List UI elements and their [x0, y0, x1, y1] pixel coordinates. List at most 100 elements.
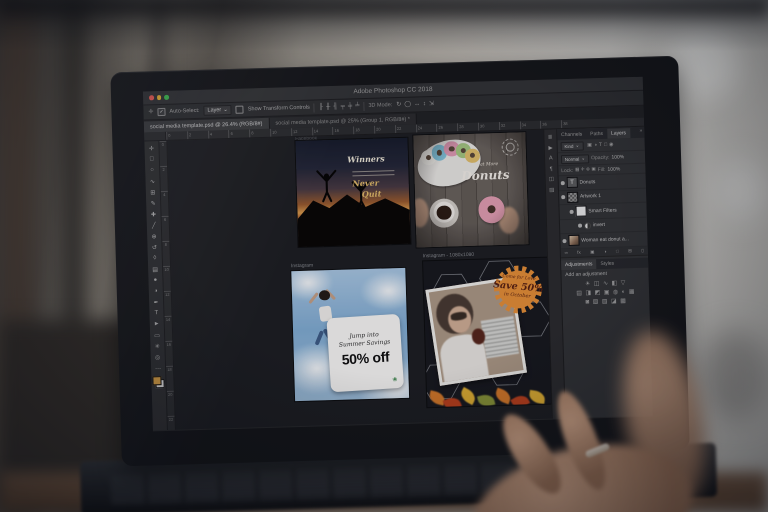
- artboard-label[interactable]: Instagram - 1080x1080: [423, 252, 475, 260]
- align-vertical-centers-icon[interactable]: ╪: [348, 103, 352, 109]
- adjustment-icon[interactable]: ▨: [602, 298, 608, 304]
- pen-tool[interactable]: ✒: [150, 297, 161, 308]
- adjustment-icon[interactable]: ∿: [603, 280, 608, 286]
- auto-select-dropdown[interactable]: Layer ⌄: [203, 104, 232, 116]
- 3d-roll-icon[interactable]: ◯: [404, 102, 411, 108]
- delete-layer-icon[interactable]: ▯: [641, 247, 644, 253]
- show-transform-checkbox[interactable]: [235, 105, 244, 114]
- artboard-never-quit[interactable]: Winners Never Quit: [295, 137, 411, 248]
- layer-visibility-toggle[interactable]: [569, 209, 574, 214]
- zoom-tool[interactable]: ◎: [152, 352, 163, 363]
- align-left-edges-icon[interactable]: ╟: [319, 104, 323, 110]
- lock-transparency-icon[interactable]: ▦: [575, 167, 579, 173]
- panel-tab[interactable]: Channels: [557, 129, 586, 140]
- new-adjustment-layer-icon[interactable]: ◑: [604, 248, 607, 254]
- properties-panel-icon[interactable]: ▶: [548, 145, 552, 152]
- foreground-color-swatch[interactable]: [152, 376, 163, 386]
- 3d-slide-icon[interactable]: ↕: [423, 101, 426, 107]
- filter-shape-layers-icon[interactable]: □: [604, 141, 607, 147]
- more-tools[interactable]: ⋯: [152, 363, 163, 374]
- filter-kind-dropdown[interactable]: Kind ⌄: [560, 141, 584, 151]
- opacity-value[interactable]: 100%: [611, 154, 624, 160]
- adjustment-icon[interactable]: ☀: [585, 281, 591, 287]
- hand-tool[interactable]: ✳: [152, 341, 163, 352]
- type-tool[interactable]: T: [151, 308, 162, 319]
- artboard-october-sale[interactable]: Come for Love Save 50% in October: [422, 257, 552, 408]
- adjustment-icon[interactable]: ▧: [593, 299, 599, 305]
- fill-value[interactable]: 100%: [607, 166, 620, 172]
- libraries-panel-icon[interactable]: ◫: [549, 176, 554, 183]
- blur-tool[interactable]: ●: [150, 275, 161, 286]
- ruler-origin[interactable]: [144, 131, 167, 141]
- 3d-scale-icon[interactable]: ⇲: [429, 101, 434, 107]
- 3d-mode-icons: ↻ ◯ ↔ ↕ ⇲: [396, 101, 434, 108]
- artboard-summer-sale[interactable]: Jump into Summer Savings 50% off ❀: [291, 267, 409, 402]
- adjustment-icon[interactable]: ◫: [594, 281, 600, 287]
- adjustment-icon[interactable]: ◨: [585, 290, 591, 296]
- artboard-label[interactable]: Instagram: [291, 263, 313, 270]
- history-brush-tool[interactable]: ↺: [149, 242, 160, 253]
- panel-tab[interactable]: Paths: [586, 129, 607, 140]
- character-panel-icon[interactable]: A: [549, 155, 553, 162]
- dodge-tool[interactable]: ◑: [150, 286, 161, 297]
- adjustment-icon[interactable]: ▤: [576, 290, 582, 296]
- collapse-panels-icon[interactable]: »: [639, 128, 642, 134]
- adjustment-icon[interactable]: ◐: [622, 289, 626, 295]
- adjustment-icon[interactable]: ◪: [611, 298, 617, 304]
- adjustment-icon[interactable]: ▦: [629, 289, 635, 295]
- align-bottom-edges-icon[interactable]: ╧: [355, 103, 359, 109]
- shape-tool[interactable]: ▭: [151, 330, 162, 341]
- adjustment-icon[interactable]: ◧: [611, 280, 617, 286]
- filter-pixel-layers-icon[interactable]: ▣: [587, 142, 592, 148]
- panel-tab[interactable]: Layers: [606, 128, 631, 139]
- new-group-icon[interactable]: □: [616, 248, 619, 254]
- layer-visibility-toggle[interactable]: [560, 180, 565, 185]
- align-right-edges-icon[interactable]: ╢: [333, 104, 337, 110]
- eyedropper-tool[interactable]: ✎: [148, 198, 159, 209]
- crop-tool[interactable]: ⊞: [147, 187, 158, 198]
- adjustment-icon[interactable]: ◙: [585, 299, 589, 305]
- 3d-drag-icon[interactable]: ↔: [414, 101, 420, 107]
- history-panel-icon[interactable]: ≣: [548, 134, 553, 141]
- layer-visibility-toggle[interactable]: [577, 223, 582, 228]
- adjustment-icon[interactable]: ▽: [621, 280, 626, 286]
- info-panel-icon[interactable]: ▤: [549, 187, 554, 194]
- eraser-tool[interactable]: ◊: [149, 253, 160, 264]
- layers-list: T Donuts Artwork 1 Smart Filters invert …: [558, 173, 648, 249]
- layer-visibility-toggle[interactable]: [560, 195, 566, 200]
- add-layer-mask-icon[interactable]: ▣: [590, 249, 594, 255]
- clone-stamp-tool[interactable]: ⊕: [148, 231, 159, 242]
- auto-select-checkbox[interactable]: ✓: [157, 107, 166, 117]
- quick-selection-tool[interactable]: ∿: [147, 176, 158, 187]
- layer-style-icon[interactable]: fx: [577, 249, 581, 255]
- healing-brush-tool[interactable]: ✚: [148, 209, 159, 220]
- link-layers-icon[interactable]: ∞: [564, 250, 568, 256]
- paragraph-panel-icon[interactable]: ¶: [550, 166, 553, 173]
- adjustment-icon[interactable]: ◍: [613, 289, 618, 295]
- gradient-tool[interactable]: ▤: [149, 264, 160, 275]
- new-layer-icon[interactable]: ⊞: [628, 248, 632, 254]
- adjustment-icon[interactable]: ▩: [620, 298, 626, 304]
- artboard-donuts[interactable]: Eat More Donuts: [413, 132, 529, 248]
- move-tool[interactable]: ✛: [146, 143, 157, 154]
- adjustment-icon[interactable]: ▣: [604, 289, 610, 295]
- 3d-rotate-icon[interactable]: ↻: [396, 102, 401, 108]
- filter-type-layers-icon[interactable]: T: [599, 141, 602, 147]
- canvas[interactable]: Facebook Winners Never Quit Instagram Ju…: [167, 129, 552, 430]
- blend-mode-dropdown[interactable]: Normal ⌄: [560, 153, 590, 164]
- tab-styles[interactable]: Styles: [596, 259, 618, 270]
- vignette-overlay: [413, 132, 529, 248]
- align-horizontal-centers-icon[interactable]: ╫: [326, 104, 330, 110]
- filter-smart-objects-icon[interactable]: ◉: [609, 141, 614, 147]
- lasso-tool[interactable]: ○: [147, 165, 158, 176]
- path-selection-tool[interactable]: ►: [151, 319, 162, 330]
- lock-image-icon[interactable]: ⊕: [586, 167, 590, 173]
- marquee-tool[interactable]: □: [146, 154, 157, 165]
- align-top-edges-icon[interactable]: ╤: [341, 104, 345, 110]
- layer-visibility-toggle[interactable]: [562, 238, 567, 243]
- brush-tool[interactable]: ╱: [148, 220, 159, 231]
- filter-adjustment-layers-icon[interactable]: ◑: [594, 142, 597, 148]
- lock-all-icon[interactable]: ▣: [591, 166, 595, 172]
- adjustment-icon[interactable]: ◩: [595, 290, 601, 296]
- lock-position-icon[interactable]: ✛: [581, 167, 585, 173]
